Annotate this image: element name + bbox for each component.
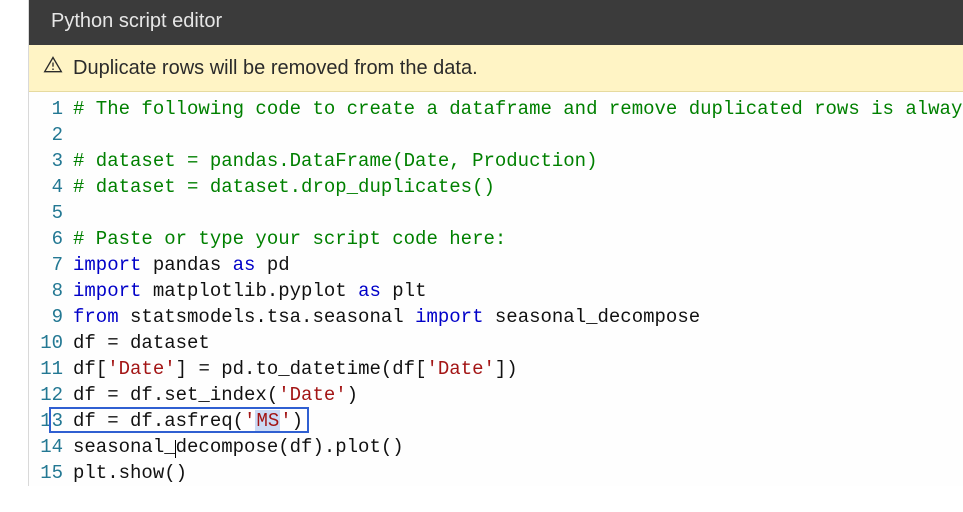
code-line[interactable]: 7import pandas as pd xyxy=(29,252,963,278)
code-line[interactable]: 5 xyxy=(29,200,963,226)
code-content[interactable]: import pandas as pd xyxy=(73,252,290,278)
line-number: 11 xyxy=(29,356,73,382)
code-content[interactable]: # dataset = dataset.drop_duplicates() xyxy=(73,174,495,200)
code-content[interactable]: df = dataset xyxy=(73,330,210,356)
warning-bar: Duplicate rows will be removed from the … xyxy=(29,45,963,92)
line-number: 15 xyxy=(29,460,73,486)
code-content[interactable]: import matplotlib.pyplot as plt xyxy=(73,278,426,304)
code-line[interactable]: 14seasonal_decompose(df).plot() xyxy=(29,434,963,460)
line-number: 5 xyxy=(29,200,73,226)
code-line[interactable]: 11df['Date'] = pd.to_datetime(df['Date']… xyxy=(29,356,963,382)
code-content[interactable]: # The following code to create a datafra… xyxy=(73,96,963,122)
python-script-editor: Python script editor Duplicate rows will… xyxy=(28,0,963,486)
editor-title-bar: Python script editor xyxy=(29,0,963,45)
code-line[interactable]: 12df = df.set_index('Date') xyxy=(29,382,963,408)
code-line[interactable]: 4# dataset = dataset.drop_duplicates() xyxy=(29,174,963,200)
code-line[interactable]: 15plt.show() xyxy=(29,460,963,486)
editor-title: Python script editor xyxy=(51,10,222,32)
code-line[interactable]: 2 xyxy=(29,122,963,148)
code-line[interactable]: 3# dataset = pandas.DataFrame(Date, Prod… xyxy=(29,148,963,174)
code-content[interactable]: # Paste or type your script code here: xyxy=(73,226,506,252)
line-number: 9 xyxy=(29,304,73,330)
line-number: 1 xyxy=(29,96,73,122)
code-line[interactable]: 9from statsmodels.tsa.seasonal import se… xyxy=(29,304,963,330)
line-number: 2 xyxy=(29,122,73,148)
line-number: 8 xyxy=(29,278,73,304)
line-number: 7 xyxy=(29,252,73,278)
line-number: 10 xyxy=(29,330,73,356)
code-content[interactable]: df = df.set_index('Date') xyxy=(73,382,358,408)
line-number: 13 xyxy=(29,408,73,434)
line-number: 14 xyxy=(29,434,73,460)
code-content[interactable]: df['Date'] = pd.to_datetime(df['Date']) xyxy=(73,356,518,382)
code-line[interactable]: 6# Paste or type your script code here: xyxy=(29,226,963,252)
line-number: 4 xyxy=(29,174,73,200)
code-line[interactable]: 1# The following code to create a datafr… xyxy=(29,96,963,122)
code-content[interactable]: plt.show() xyxy=(73,460,187,486)
code-line[interactable]: 10df = dataset xyxy=(29,330,963,356)
code-content[interactable]: from statsmodels.tsa.seasonal import sea… xyxy=(73,304,700,330)
line-number: 6 xyxy=(29,226,73,252)
line-number: 3 xyxy=(29,148,73,174)
code-content[interactable]: seasonal_decompose(df).plot() xyxy=(73,434,404,460)
code-content[interactable]: df = df.asfreq('MS') xyxy=(73,408,303,434)
warning-triangle-icon xyxy=(43,55,63,81)
warning-text: Duplicate rows will be removed from the … xyxy=(73,57,478,80)
code-editor[interactable]: 1# The following code to create a datafr… xyxy=(29,92,963,486)
code-content[interactable]: # dataset = pandas.DataFrame(Date, Produ… xyxy=(73,148,598,174)
code-line[interactable]: 13df = df.asfreq('MS') xyxy=(29,408,963,434)
code-line[interactable]: 8import matplotlib.pyplot as plt xyxy=(29,278,963,304)
line-number: 12 xyxy=(29,382,73,408)
